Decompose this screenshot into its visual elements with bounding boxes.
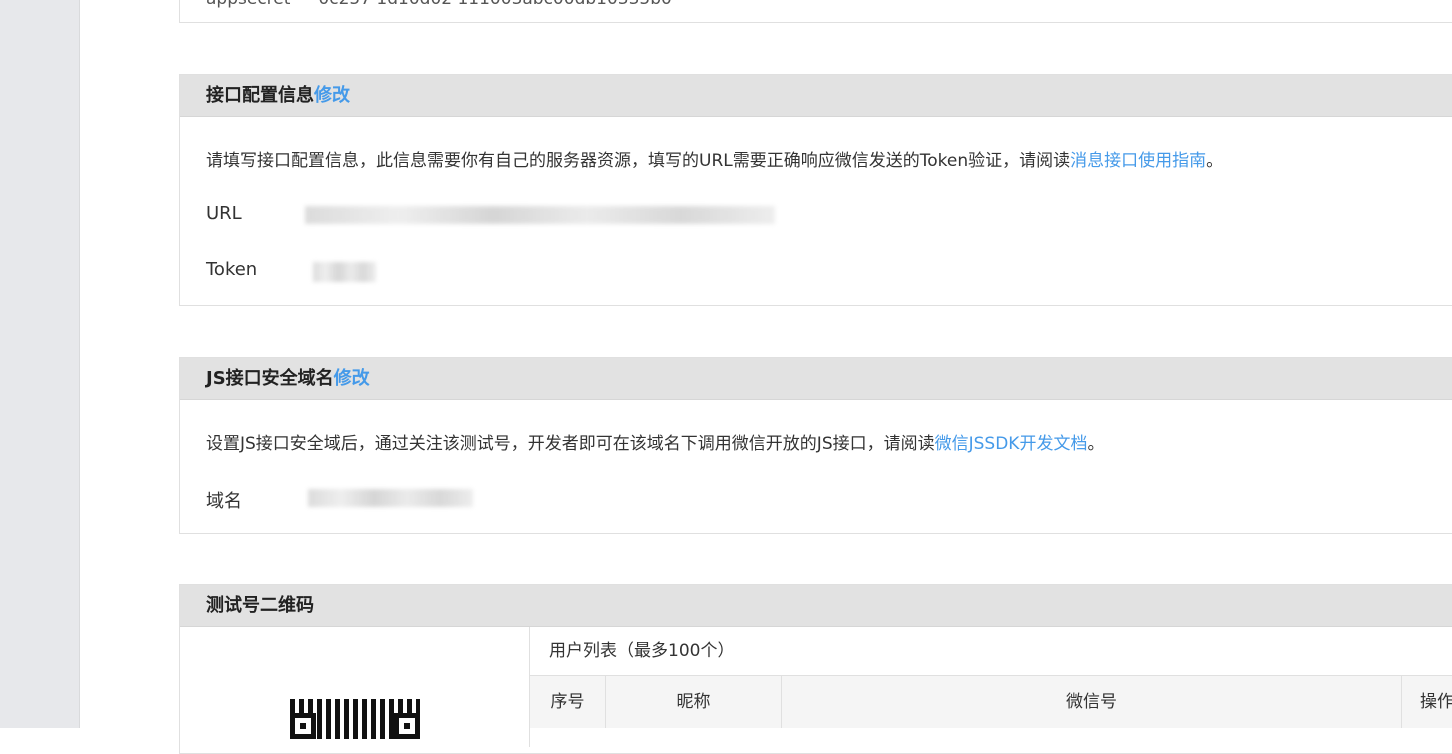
qrcode-title: 测试号二维码 xyxy=(206,595,314,616)
qrcode-panel: 测试号二维码 用户列表（最多100个） 序号 昵称 微信号 操作 xyxy=(179,584,1452,754)
js-domain-desc-end: 。 xyxy=(1087,434,1105,454)
js-domain-header: JS接口安全域名修改 xyxy=(180,358,1452,400)
appsecret-value: 0c257 1d10d02 111003abc00db10335b0 xyxy=(318,0,671,9)
user-list-title: 用户列表（最多100个） xyxy=(530,627,1452,676)
app-credentials-panel: appsecret 0c257 1d10d02 111003abc00db1033… xyxy=(179,0,1452,23)
interface-config-edit-link[interactable]: 修改 xyxy=(314,85,350,106)
column-header-nickname: 昵称 xyxy=(606,676,782,728)
column-header-index: 序号 xyxy=(530,676,606,728)
url-value-redacted xyxy=(305,206,775,224)
jssdk-docs-link[interactable]: 微信JSSDK开发文档 xyxy=(935,434,1088,454)
user-list: 用户列表（最多100个） 序号 昵称 微信号 操作 xyxy=(530,627,1452,728)
interface-config-desc-end: 。 xyxy=(1206,151,1224,171)
qrcode-header: 测试号二维码 xyxy=(180,585,1452,627)
appsecret-label: appsecret xyxy=(206,0,290,9)
qrcode-image xyxy=(290,699,420,739)
column-header-wechat-id: 微信号 xyxy=(782,676,1402,728)
token-label: Token xyxy=(206,259,258,280)
token-value-redacted xyxy=(313,262,376,282)
qr-finder-right xyxy=(394,713,420,739)
js-domain-panel: JS接口安全域名修改 设置JS接口安全域后，通过关注该测试号，开发者即可在该域名… xyxy=(179,357,1452,534)
js-domain-edit-link[interactable]: 修改 xyxy=(334,368,370,389)
qrcode-cell xyxy=(180,627,530,747)
interface-config-header: 接口配置信息修改 xyxy=(180,75,1452,117)
interface-config-title: 接口配置信息 xyxy=(206,85,314,106)
message-api-guide-link[interactable]: 消息接口使用指南 xyxy=(1070,151,1206,171)
url-label: URL xyxy=(206,203,242,224)
js-domain-desc-text: 设置JS接口安全域后，通过关注该测试号，开发者即可在该域名下调用微信开放的JS接… xyxy=(206,434,935,454)
interface-config-panel: 接口配置信息修改 请填写接口配置信息，此信息需要你有自己的服务器资源，填写的UR… xyxy=(179,74,1452,306)
interface-config-desc-text: 请填写接口配置信息，此信息需要你有自己的服务器资源，填写的URL需要正确响应微信… xyxy=(206,151,1071,171)
js-domain-description: 设置JS接口安全域后，通过关注该测试号，开发者即可在该域名下调用微信开放的JS接… xyxy=(206,429,1104,454)
js-domain-title: JS接口安全域名 xyxy=(206,368,334,389)
user-table-header: 序号 昵称 微信号 操作 xyxy=(530,676,1452,728)
column-header-actions: 操作 xyxy=(1420,692,1452,712)
qr-finder-left xyxy=(290,713,316,739)
domain-value-redacted xyxy=(308,489,473,507)
interface-config-description: 请填写接口配置信息，此信息需要你有自己的服务器资源，填写的URL需要正确响应微信… xyxy=(206,146,1223,171)
left-sidebar xyxy=(0,0,80,728)
domain-label: 域名 xyxy=(206,491,242,512)
appsecret-row: appsecret 0c257 1d10d02 111003abc00db1033… xyxy=(206,0,672,9)
